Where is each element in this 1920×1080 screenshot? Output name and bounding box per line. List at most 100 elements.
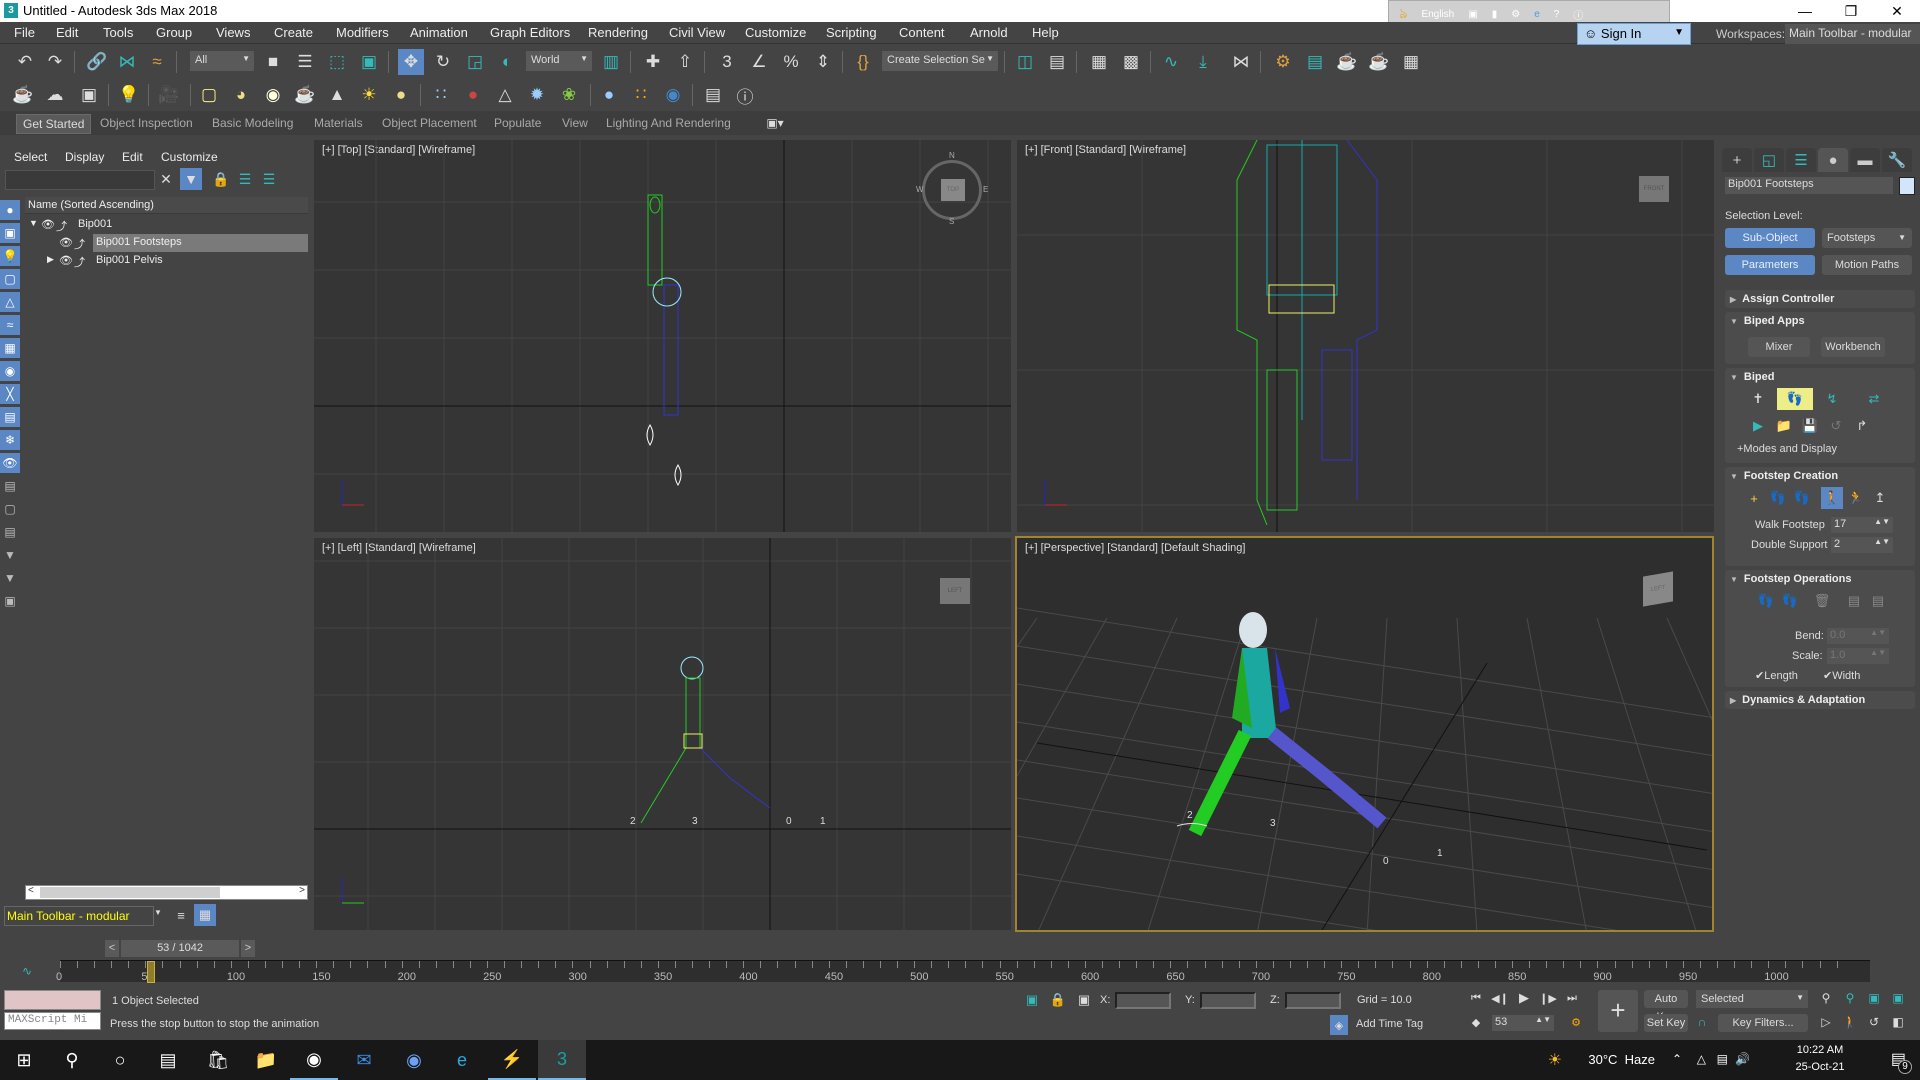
all-filter-icon[interactable]: ▤ (0, 476, 20, 496)
maximize-viewport-icon[interactable]: ◧ (1888, 1012, 1908, 1032)
key-filters-button[interactable]: Key Filters... (1718, 1014, 1808, 1032)
select-and-scale-icon[interactable]: ◲ (462, 49, 488, 75)
teapot-icon[interactable]: ☕ (10, 82, 36, 108)
create-multiple-footsteps-icon[interactable]: 👣 (1791, 487, 1813, 509)
funnel-icon[interactable]: ▼ (0, 568, 20, 588)
play-icon[interactable]: ▶ (1514, 988, 1534, 1008)
scroll-left-icon[interactable]: < (28, 885, 34, 896)
workspaces-dropdown[interactable]: Main Toolbar - modular ▼ (1785, 24, 1920, 53)
next-frame-arrow[interactable]: > (241, 940, 255, 957)
menu-file[interactable]: File (14, 25, 35, 40)
menu-views[interactable]: Views (216, 25, 250, 40)
dynamics-icon[interactable]: ● (460, 82, 486, 108)
spinner-snap-icon[interactable]: ⇕ (810, 49, 836, 75)
chevron-down-icon[interactable]: ▼ (154, 908, 162, 917)
load-file-icon[interactable]: 📁 (1773, 415, 1795, 437)
camera-filter-icon[interactable]: ▢ (0, 269, 20, 289)
material-editor-icon[interactable]: ⚙ (1270, 49, 1296, 75)
chrome-icon[interactable]: ◉ (290, 1040, 338, 1080)
play-biped-icon[interactable]: ▶ (1747, 415, 1769, 437)
spinner-arrows-icon[interactable]: ▲▼ (1535, 1015, 1551, 1024)
set-keys-button[interactable]: + (1598, 990, 1638, 1032)
orbit-icon[interactable]: ↺ (1864, 1012, 1884, 1032)
cortana-icon[interactable]: ○ (96, 1040, 144, 1080)
scrollbar-thumb[interactable] (40, 887, 220, 898)
selection-filter-dropdown[interactable]: All ▼ (190, 51, 254, 71)
filter-icon[interactable]: ▼ (180, 168, 202, 190)
select-and-manipulate-icon[interactable]: ✚ (640, 49, 666, 75)
frozen-filter-icon[interactable]: ❄ (0, 430, 20, 450)
workspace-selector[interactable]: Main Toolbar - modular (4, 906, 154, 926)
menu-help[interactable]: Help (1032, 25, 1059, 40)
bend-spinner[interactable]: 0.0 ▲▼ (1827, 628, 1889, 644)
clock-time[interactable]: 10:22 AM (1780, 1044, 1860, 1056)
walk-footstep-spinner[interactable]: 17 ▲▼ (1831, 517, 1893, 533)
ime-help-icon[interactable]: ? (1554, 9, 1560, 20)
viewport-perspective[interactable]: [+] [Perspective] [Standard] [Default Sh… (1015, 536, 1714, 932)
render-setup-icon[interactable]: ▤ (1302, 49, 1328, 75)
show-hidden-icons[interactable]: ⌃ (1672, 1052, 1682, 1066)
add-time-tag[interactable]: Add Time Tag (1356, 1018, 1423, 1030)
x-coordinate-field[interactable] (1115, 992, 1171, 1009)
spiky-ball-icon[interactable]: ✹ (524, 82, 550, 108)
menu-animation[interactable]: Animation (410, 25, 468, 40)
grass-icon[interactable]: ❀ (556, 82, 582, 108)
hierarchy-icon[interactable]: ☰ (234, 168, 256, 190)
sphere-light-icon[interactable]: ◉ (260, 82, 286, 108)
y-coordinate-field[interactable] (1200, 992, 1256, 1009)
ribbon-toggle-icon[interactable]: ▣▾ (762, 111, 788, 135)
modifier-icon[interactable]: ▣ (0, 591, 20, 611)
viewport-top[interactable]: [+] [Top] [Standard] [Wireframe] TOP N S… (314, 140, 1011, 532)
geometry-filter-icon[interactable]: ● (0, 200, 20, 220)
mixer-button[interactable]: Mixer (1748, 337, 1810, 357)
expand-down-icon[interactable]: ▼ (29, 218, 38, 228)
omni-light-icon[interactable]: ● (388, 82, 414, 108)
create-tab-icon[interactable]: + (1722, 148, 1752, 172)
motion-tab-icon[interactable]: ● (1818, 148, 1848, 172)
spinner-arrows-icon[interactable]: ▲▼ (1874, 517, 1890, 526)
motion-flow-icon[interactable]: ↯ (1821, 388, 1843, 410)
time-slider[interactable]: < 53 / 1042 > (105, 940, 255, 957)
tab-get-started[interactable]: Get Started (16, 114, 92, 134)
viewport-left[interactable]: [+] [Left] [Standard] [Wireframe] 2 3 0 … (314, 538, 1011, 930)
toggle-scene-explorer-icon[interactable]: ▦ (1086, 49, 1112, 75)
clear-search-icon[interactable]: ✕ (155, 168, 177, 190)
zoom-all-icon[interactable]: ⚲ (1840, 988, 1860, 1008)
width-checkbox[interactable]: ✔Width (1823, 669, 1860, 682)
menu-edit[interactable]: Edit (56, 25, 78, 40)
menu-create[interactable]: Create (274, 25, 313, 40)
workbench-button[interactable]: Workbench (1821, 337, 1885, 357)
go-to-start-icon[interactable]: ⏮ (1466, 988, 1486, 1008)
render-production-icon[interactable]: ☕ (1334, 49, 1360, 75)
run-gait-icon[interactable]: 🏃 (1845, 487, 1867, 509)
viewcube-front[interactable]: FRONT (1639, 176, 1669, 202)
colors-icon[interactable]: ∷ (628, 82, 654, 108)
tree-row[interactable]: 👁 ⤴ Bip001 Footsteps (25, 234, 308, 252)
scene-menu-edit[interactable]: Edit (122, 150, 143, 164)
next-frame-icon[interactable]: ❙▶ (1538, 988, 1558, 1008)
select-and-rotate-icon[interactable]: ↻ (430, 49, 456, 75)
selection-lock-icon[interactable]: 🔒 (1048, 990, 1068, 1010)
paste-footsteps-icon[interactable]: ▤ (1867, 590, 1889, 612)
toggle-layer-explorer-icon[interactable]: ▩ (1118, 49, 1144, 75)
display-tab-icon[interactable]: ▬ (1850, 148, 1880, 172)
create-footsteps-current-icon[interactable]: 👣 (1767, 487, 1789, 509)
default-in-out-tangents-icon[interactable]: ∩ (1692, 1012, 1712, 1032)
double-support-spinner[interactable]: 2 ▲▼ (1831, 537, 1893, 553)
select-and-link-icon[interactable]: 🔗 (84, 49, 110, 75)
snaps-toggle-icon[interactable]: 3 (714, 49, 740, 75)
tab-object-placement[interactable]: Object Placement (376, 114, 483, 132)
shape-filter-icon[interactable]: ▣ (0, 223, 20, 243)
scene-menu-select[interactable]: Select (14, 150, 47, 164)
file-explorer-icon[interactable]: 📁 (242, 1040, 290, 1080)
scene-menu-customize[interactable]: Customize (161, 150, 218, 164)
light-lister-icon[interactable]: 💡 (116, 82, 142, 108)
teapot-wire-icon[interactable]: ☕ (292, 82, 318, 108)
modes-and-display-toggle[interactable]: +Modes and Display (1737, 443, 1837, 455)
named-selection-dropdown[interactable]: Create Selection Se ▼ (882, 51, 998, 71)
rectangular-selection-icon[interactable]: ⬚ (324, 49, 350, 75)
key-mode-dropdown[interactable]: Selected ▼ (1696, 990, 1808, 1008)
redo-icon[interactable]: ↷ (42, 49, 68, 75)
undo-icon[interactable]: ↶ (12, 49, 38, 75)
none-filter-icon[interactable]: ▢ (0, 499, 20, 519)
